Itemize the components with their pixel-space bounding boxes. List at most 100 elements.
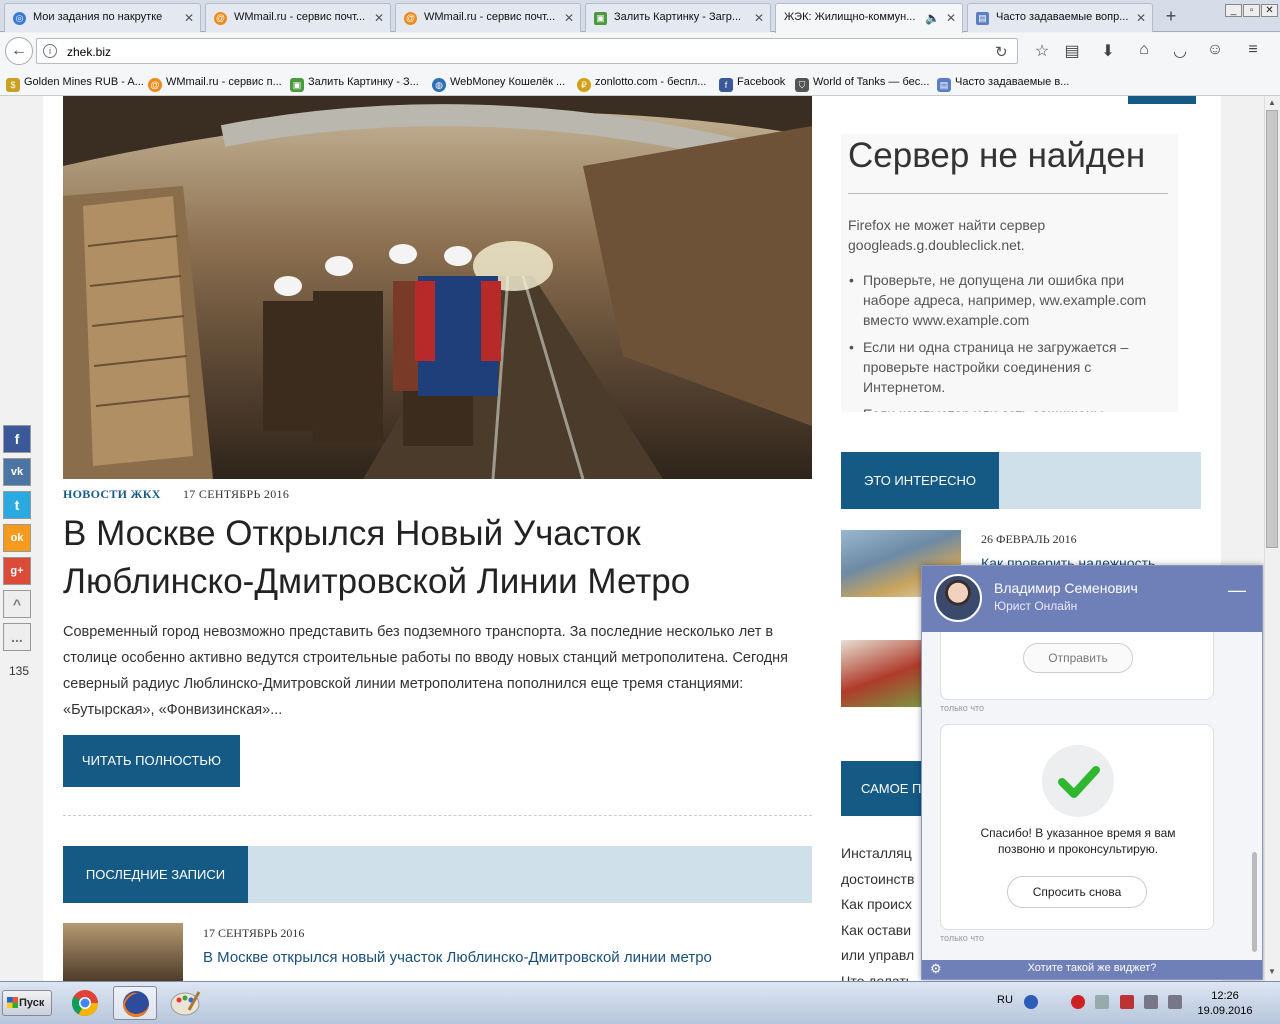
close-window-button[interactable]: ✕ [1261,4,1278,17]
paint-taskbar-button[interactable] [163,986,207,1020]
reading-list-icon[interactable]: ▤ [1062,41,1082,61]
bookmark-item[interactable]: f Facebook [719,76,785,92]
chrome-taskbar-button[interactable] [63,986,107,1020]
star-icon[interactable]: ☆ [1032,41,1052,61]
at-icon: @ [148,78,162,92]
firefox-icon [123,991,149,1017]
at-icon: @ [214,12,227,25]
close-icon[interactable]: ✕ [184,11,194,25]
bookmark-label: World of Tanks — бес... [813,76,930,88]
bookmark-item[interactable]: ▤ Часто задаваемые в... [937,76,1069,92]
tab-1[interactable]: ◎ Мои задания по накрутке ✕ [4,3,201,32]
popular-link[interactable]: достоинств [841,867,921,893]
scrollbar-thumb[interactable] [1266,110,1278,548]
scroll-up-arrow[interactable]: ▲ [1264,96,1280,110]
chat-agent-role: Юрист Онлайн [994,599,1078,613]
facebook-share-button[interactable]: f [3,425,31,453]
security-icon[interactable] [1071,995,1085,1009]
send-button[interactable]: Отправить [1023,643,1133,673]
bookmark-item[interactable]: @ WMmail.ru - сервис п... [148,76,282,92]
close-icon[interactable]: ✕ [1136,11,1146,25]
hello-icon[interactable]: ☺ [1205,41,1225,61]
url-text[interactable]: zhek.biz [67,45,111,59]
close-icon[interactable]: ✕ [374,11,384,25]
article-category-link[interactable]: НОВОСТИ ЖКХ [63,487,161,502]
more-share-button[interactable]: ... [3,623,31,651]
tab-label: ЖЭК: Жилищно-коммун... [784,11,916,23]
bookmark-item[interactable]: ⛉ World of Tanks — бес... [795,76,929,92]
chrome-icon [71,990,99,1017]
read-more-button[interactable]: ЧИТАТЬ ПОЛНОСТЬЮ [63,735,240,787]
tab-label: Залить Картинку - Загр... [614,11,742,23]
scroll-down-arrow[interactable]: ▼ [1264,965,1280,979]
coin-icon: $ [6,78,20,92]
window-controls: _ ▫ ✕ [1224,2,1280,17]
article-photo[interactable] [63,96,812,479]
bookmark-label: WMmail.ru - сервис п... [166,76,282,88]
maximize-window-button[interactable]: ▫ [1243,4,1260,17]
volume-icon[interactable] [1095,995,1109,1009]
chat-header[interactable]: Владимир Семенович Юрист Онлайн — [922,566,1262,632]
pocket-icon[interactable]: ◡ [1170,41,1190,61]
network-icon[interactable] [1144,995,1158,1009]
close-icon[interactable]: ✕ [754,11,764,25]
bookmark-label: Golden Mines RUB - A... [24,76,144,88]
tab-6[interactable]: ▤ Часто задаваемые вопр... ✕ [967,3,1153,32]
speaker-icon[interactable]: 🔈 [925,11,940,25]
chat-scrollbar[interactable] [1252,852,1257,952]
article-title[interactable]: В Москве Открылся Новый Участок Люблинск… [63,510,803,606]
close-icon[interactable]: ✕ [946,11,956,25]
menu-icon[interactable]: ≡ [1243,41,1263,61]
recent-post-link[interactable]: В Москве открылся новый участок Люблинск… [203,949,712,966]
interesting-thumbnail[interactable] [841,640,921,707]
back-button[interactable]: ← [5,37,33,65]
navigation-bar: ← i zhek.biz ↻ ☆ ▤ ⬇ ⌂ ◡ ☺ ≡ [0,33,1280,69]
recent-post-thumbnail[interactable] [63,923,183,981]
odnoklassniki-share-button[interactable]: ok [3,524,31,552]
tab-4[interactable]: ▣ Залить Картинку - Загр... ✕ [585,3,771,32]
google-plus-share-button[interactable]: g+ [3,557,31,585]
new-tab-button[interactable]: + [1158,5,1184,29]
divider [848,193,1168,194]
display-icon[interactable] [1168,995,1182,1009]
clock-date: 19.09.2016 [1197,1005,1253,1017]
bookmark-item[interactable]: ₽ zonlotto.com - беспл... [577,76,706,92]
tab-2[interactable]: @ WMmail.ru - сервис почт... ✕ [205,3,391,32]
twitter-share-button[interactable]: t [3,491,31,519]
popular-link[interactable]: Как происх [841,892,921,918]
social-share-bar: f vk t ok g+ ^ ... [3,425,33,656]
tab-3[interactable]: @ WMmail.ru - сервис почт... ✕ [395,3,581,32]
clock-time: 12:26 [1211,990,1239,1002]
recent-post-date: 17 СЕНТЯБРЬ 2016 [203,926,305,940]
info-icon[interactable]: i [43,44,57,58]
download-icon[interactable]: ⬇ [1098,41,1118,61]
clock[interactable]: 12:26 19.09.2016 [1195,989,1255,1019]
language-indicator[interactable]: RU [997,994,1013,1006]
popular-link[interactable]: Инсталляц [841,841,921,867]
help-icon[interactable] [1024,995,1038,1009]
bookmark-item[interactable]: ▣ Залить Картинку - З... [290,76,419,92]
at-icon: @ [404,12,417,25]
firefox-taskbar-button[interactable] [113,986,157,1020]
minimize-window-button[interactable]: _ [1225,4,1242,17]
vk-share-button[interactable]: vk [3,458,31,486]
bookmark-item[interactable]: ◍ WebMoney Кошелёк ... [432,76,565,92]
popular-link[interactable]: Как остави [841,918,921,944]
start-button[interactable]: Пуск [2,990,52,1016]
chat-footer: ⚙ Хотите такой же виджет? [922,960,1262,979]
sidebar-top-button[interactable] [1128,96,1196,104]
ask-again-button[interactable]: Спросить снова [1007,876,1147,908]
tab-5-active[interactable]: ЖЭК: Жилищно-коммун... 🔈 ✕ [775,3,963,33]
check-icon [1042,745,1114,817]
popular-link[interactable]: или управл [841,943,921,969]
reload-icon[interactable]: ↻ [995,43,1008,61]
minimize-icon[interactable]: — [1228,580,1246,601]
get-widget-link[interactable]: Хотите такой же виджет? [922,962,1262,974]
home-icon[interactable]: ⌂ [1134,41,1154,61]
bookmark-item[interactable]: $ Golden Mines RUB - A... [6,76,144,92]
close-icon[interactable]: ✕ [564,11,574,25]
article-date: 17 СЕНТЯБРЬ 2016 [183,487,290,501]
address-bar[interactable]: i zhek.biz ↻ [36,38,1018,64]
action-center-icon[interactable] [1120,995,1134,1009]
scroll-up-icon[interactable]: ^ [3,590,31,618]
